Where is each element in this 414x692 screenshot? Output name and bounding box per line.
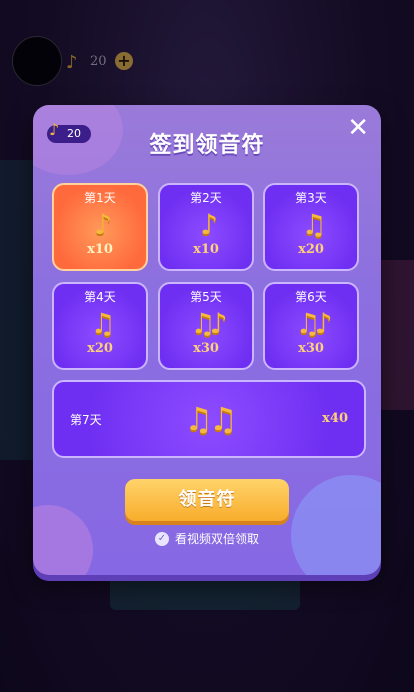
day-reward-amount: x40 bbox=[322, 411, 348, 426]
day-reward-amount: x30 bbox=[298, 341, 324, 356]
day-reward-amount: x10 bbox=[87, 242, 113, 257]
music-note-icon: ♫ bbox=[301, 208, 326, 241]
day-label: 第2天 bbox=[190, 191, 222, 205]
day-label: 第5天 bbox=[190, 290, 222, 304]
day-label: 第1天 bbox=[84, 191, 116, 205]
sign-in-dialog: ♪ 20 签到领音符 ✕ 第1天 ♪ x10 第2天 ♪ x10 第3天 ♫ x… bbox=[33, 105, 381, 575]
day-label: 第6天 bbox=[295, 290, 327, 304]
day-label: 第3天 bbox=[295, 191, 327, 205]
music-note-icon: ♫♪ bbox=[295, 307, 333, 340]
music-note-icon: ♪ bbox=[200, 208, 218, 241]
day-reward-amount: x10 bbox=[193, 242, 219, 257]
double-reward-option[interactable]: ✓ 看视频双倍领取 bbox=[33, 530, 381, 547]
day-reward-amount: x20 bbox=[87, 341, 113, 356]
music-note-icon: ♫ bbox=[90, 307, 115, 340]
day-reward-amount: x20 bbox=[298, 242, 324, 257]
day-card-5[interactable]: 第5天 ♫♪ x30 bbox=[158, 282, 254, 370]
day-card-1[interactable]: 第1天 ♪ x10 bbox=[52, 183, 148, 271]
day-card-3[interactable]: 第3天 ♫ x20 bbox=[263, 183, 359, 271]
dialog-title: 签到领音符 bbox=[149, 133, 265, 158]
day-card-2[interactable]: 第2天 ♪ x10 bbox=[158, 183, 254, 271]
day-reward-amount: x30 bbox=[193, 341, 219, 356]
music-note-icon: ♫♪ bbox=[190, 307, 228, 340]
checkmark-icon[interactable]: ✓ bbox=[154, 531, 169, 546]
double-reward-label: 看视频双倍领取 bbox=[174, 532, 259, 546]
dialog-decoration bbox=[291, 475, 381, 575]
day-label: 第4天 bbox=[84, 290, 116, 304]
day-card-7[interactable]: 第7天 ♫♫ x40 bbox=[52, 380, 366, 458]
claim-notes-button[interactable]: 领音符 bbox=[125, 479, 289, 521]
music-note-icon: ♫♫ bbox=[184, 400, 237, 438]
day-card-4[interactable]: 第4天 ♫ x20 bbox=[52, 282, 148, 370]
music-note-icon: ♪ bbox=[94, 208, 112, 241]
close-icon[interactable]: ✕ bbox=[347, 115, 369, 141]
day-card-6[interactable]: 第6天 ♫♪ x30 bbox=[263, 282, 359, 370]
